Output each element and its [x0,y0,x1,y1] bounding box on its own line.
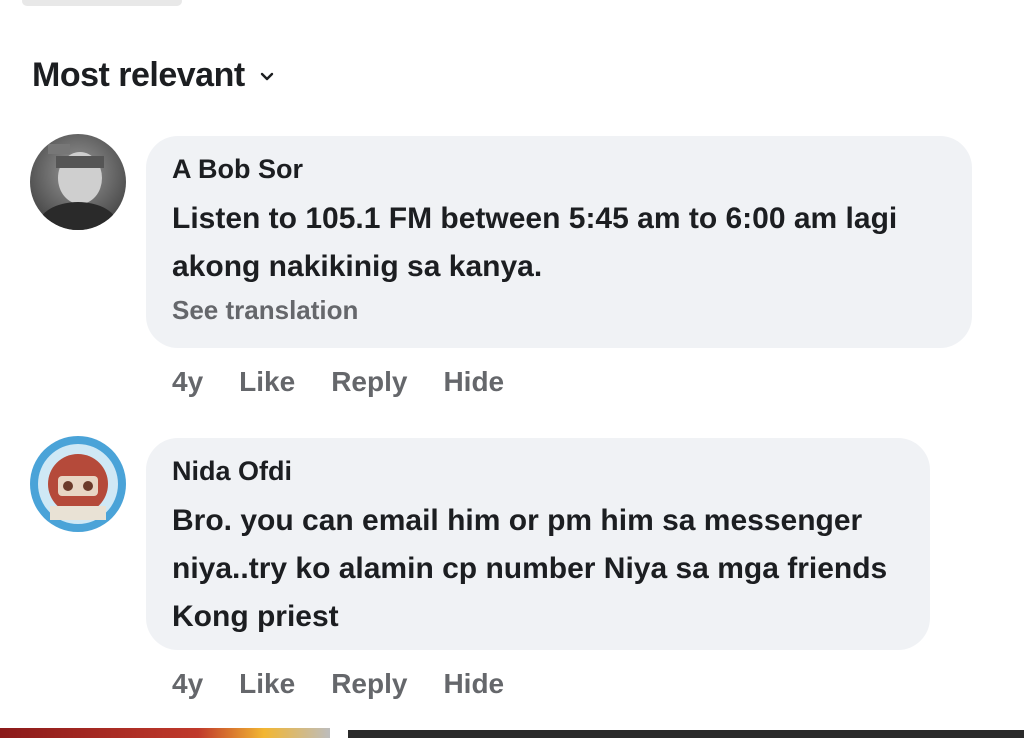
comment-bubble: A Bob Sor Listen to 105.1 FM between 5:4… [146,136,972,348]
comment-timestamp[interactable]: 4y [172,366,203,398]
sort-label: Most relevant [32,56,245,94]
chevron-down-icon [260,72,273,80]
comment-bubble: Nida Ofdi Bro. you can email him or pm h… [146,438,930,650]
reply-button[interactable]: Reply [331,366,407,398]
reply-button[interactable]: Reply [331,668,407,700]
top-edge-artifact [22,0,182,6]
sort-dropdown[interactable]: Most relevant [32,56,275,95]
hide-button[interactable]: Hide [443,366,504,398]
hide-button[interactable]: Hide [443,668,504,700]
like-button[interactable]: Like [239,366,295,398]
comment-text: Listen to 105.1 FM between 5:45 am to 6:… [172,202,898,283]
comment-author[interactable]: Nida Ofdi [172,456,904,487]
avatar[interactable] [30,436,126,532]
comment-author[interactable]: A Bob Sor [172,154,946,185]
avatar[interactable] [30,134,126,230]
comment-actions: 4y Like Reply Hide [172,668,504,700]
like-button[interactable]: Like [239,668,295,700]
comment-text: Bro. you can email him or pm him sa mess… [172,504,888,633]
see-translation-link[interactable]: See translation [172,295,946,326]
comment-actions: 4y Like Reply Hide [172,366,504,398]
bottom-edge-artifact [0,728,330,738]
comment-timestamp[interactable]: 4y [172,668,203,700]
bottom-edge-artifact [348,730,1024,738]
